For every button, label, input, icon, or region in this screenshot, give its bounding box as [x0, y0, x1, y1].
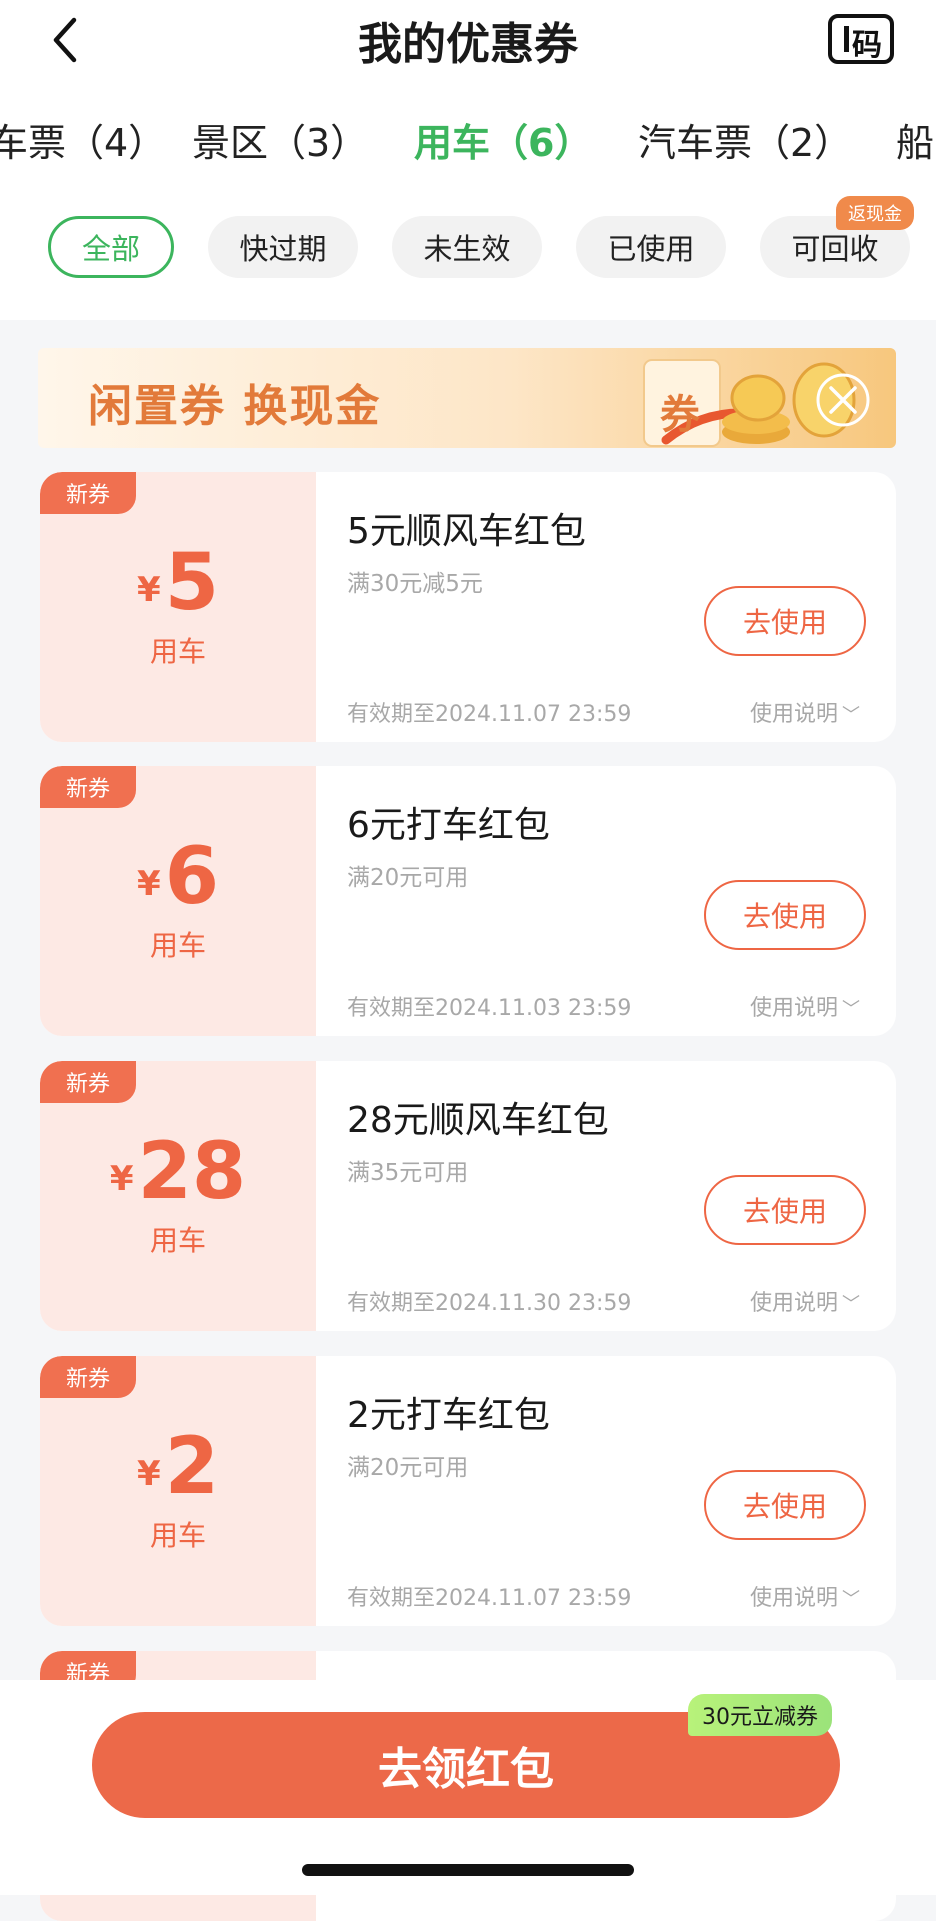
use-coupon-button[interactable]: 去使用: [704, 586, 866, 656]
coupon-condition: 满30元减5元: [347, 571, 483, 597]
code-label: 码: [852, 28, 882, 63]
coupon-validity: 有效期至2024.11.07 23:59: [347, 702, 632, 727]
tab-scenic[interactable]: 景区（3）: [192, 112, 368, 167]
code-button[interactable]: 码: [828, 14, 894, 64]
coupon-amount: ¥6: [40, 832, 316, 922]
coupon-card: 新券 ¥28 用车 28元顺风车红包 满35元可用 去使用 有效期至2024.1…: [40, 1061, 896, 1331]
filter-not-effective[interactable]: 未生效: [392, 216, 542, 278]
amount-value: 2: [164, 1422, 219, 1512]
coupon-title: 6元打车红包: [347, 805, 550, 846]
use-coupon-button[interactable]: 去使用: [704, 880, 866, 950]
usage-info-toggle[interactable]: 使用说明 ﹀: [750, 696, 860, 728]
usage-info-label: 使用说明: [750, 996, 839, 1021]
home-indicator: [302, 1864, 634, 1876]
currency-symbol: ¥: [109, 1159, 134, 1199]
page-title: 我的优惠券: [358, 19, 578, 70]
coupon-value-panel: 新券 ¥6 用车: [40, 766, 316, 1036]
coupon-value-panel: 新券 ¥2 用车: [40, 1356, 316, 1626]
banner-text: 闲置券 换现金: [88, 381, 382, 432]
currency-symbol: ¥: [137, 570, 161, 610]
coupon-card: 新券 ¥5 用车 5元顺风车红包 满30元减5元 去使用 有效期至2024.11…: [40, 472, 896, 742]
coupon-title: 5元顺风车红包: [347, 511, 586, 552]
coupon-category: 用车: [149, 635, 206, 668]
coupon-amount: ¥5: [40, 538, 316, 628]
chevron-down-icon: ﹀: [842, 999, 861, 1020]
coupon-category: 用车: [149, 929, 206, 962]
coupon-title: 28元顺风车红包: [347, 1100, 609, 1141]
use-coupon-button[interactable]: 去使用: [704, 1470, 866, 1540]
usage-info-label: 使用说明: [750, 1586, 839, 1611]
new-coupon-badge: 新券: [40, 1356, 136, 1398]
coupon-condition: 满35元可用: [347, 1160, 469, 1186]
tab-train[interactable]: 车票（4）: [0, 112, 166, 167]
use-coupon-button[interactable]: 去使用: [704, 1175, 866, 1245]
tab-bus[interactable]: 汽车票（2）: [638, 112, 852, 167]
coupon-validity: 有效期至2024.11.07 23:59: [347, 1586, 632, 1611]
currency-symbol: ¥: [137, 864, 161, 904]
coupon-card: 新券 ¥2 用车 2元打车红包 满20元可用 去使用 有效期至2024.11.0…: [40, 1356, 896, 1626]
usage-info-label: 使用说明: [750, 1291, 839, 1316]
filter-used[interactable]: 已使用: [576, 216, 726, 278]
coupon-art-label: 券: [660, 392, 700, 438]
currency-symbol: ¥: [137, 1454, 161, 1494]
usage-info-toggle[interactable]: 使用说明 ﹀: [750, 990, 860, 1022]
coupon-condition: 满20元可用: [347, 1455, 469, 1481]
coupon-condition: 满20元可用: [347, 865, 469, 891]
usage-info-toggle[interactable]: 使用说明 ﹀: [750, 1580, 860, 1612]
coupon-category: 用车: [149, 1224, 206, 1257]
coupon-value-panel: 新券 ¥5 用车: [40, 472, 316, 742]
cashback-banner[interactable]: 闲置券 换现金 券: [38, 348, 896, 448]
filter-expiring[interactable]: 快过期: [208, 216, 358, 278]
top-header: 我的优惠券 码 车票（4） 景区（3） 用车（6） 汽车票（2） 船 全部 快过…: [0, 0, 936, 320]
category-tabs: 车票（4） 景区（3） 用车（6） 汽车票（2） 船: [0, 112, 936, 176]
amount-value: 28: [137, 1127, 247, 1217]
new-coupon-badge: 新券: [40, 472, 136, 514]
cashback-badge: 返现金: [836, 196, 914, 230]
amount-value: 6: [164, 832, 219, 922]
filter-all[interactable]: 全部: [48, 216, 174, 278]
filter-recyclable[interactable]: 可回收 返现金: [760, 196, 914, 278]
discount-badge: 30元立减券: [688, 1694, 832, 1736]
amount-value: 5: [164, 538, 219, 628]
coupon-validity: 有效期至2024.11.03 23:59: [347, 996, 632, 1021]
chevron-down-icon: ﹀: [842, 1294, 861, 1315]
coupon-category: 用车: [149, 1519, 206, 1552]
usage-info-toggle[interactable]: 使用说明 ﹀: [750, 1285, 860, 1317]
coupon-validity: 有效期至2024.11.30 23:59: [347, 1291, 632, 1316]
filter-recyclable-label: 可回收: [791, 232, 879, 266]
coupon-card: 新券 ¥6 用车 6元打车红包 满20元可用 去使用 有效期至2024.11.0…: [40, 766, 896, 1036]
status-filters: 全部 快过期 未生效 已使用 可回收 返现金: [0, 196, 936, 282]
coupon-title: 2元打车红包: [347, 1395, 550, 1436]
new-coupon-badge: 新券: [40, 766, 136, 808]
tab-ship[interactable]: 船: [896, 112, 934, 167]
coupon-value-panel: 新券 ¥28 用车: [40, 1061, 316, 1331]
new-coupon-badge: 新券: [40, 1061, 136, 1103]
chevron-down-icon: ﹀: [842, 1589, 861, 1610]
chevron-down-icon: ﹀: [842, 705, 861, 726]
coupon-amount: ¥28: [40, 1127, 316, 1217]
coupon-amount: ¥2: [40, 1422, 316, 1512]
usage-info-label: 使用说明: [750, 702, 839, 727]
tab-car[interactable]: 用车（6）: [414, 112, 592, 167]
